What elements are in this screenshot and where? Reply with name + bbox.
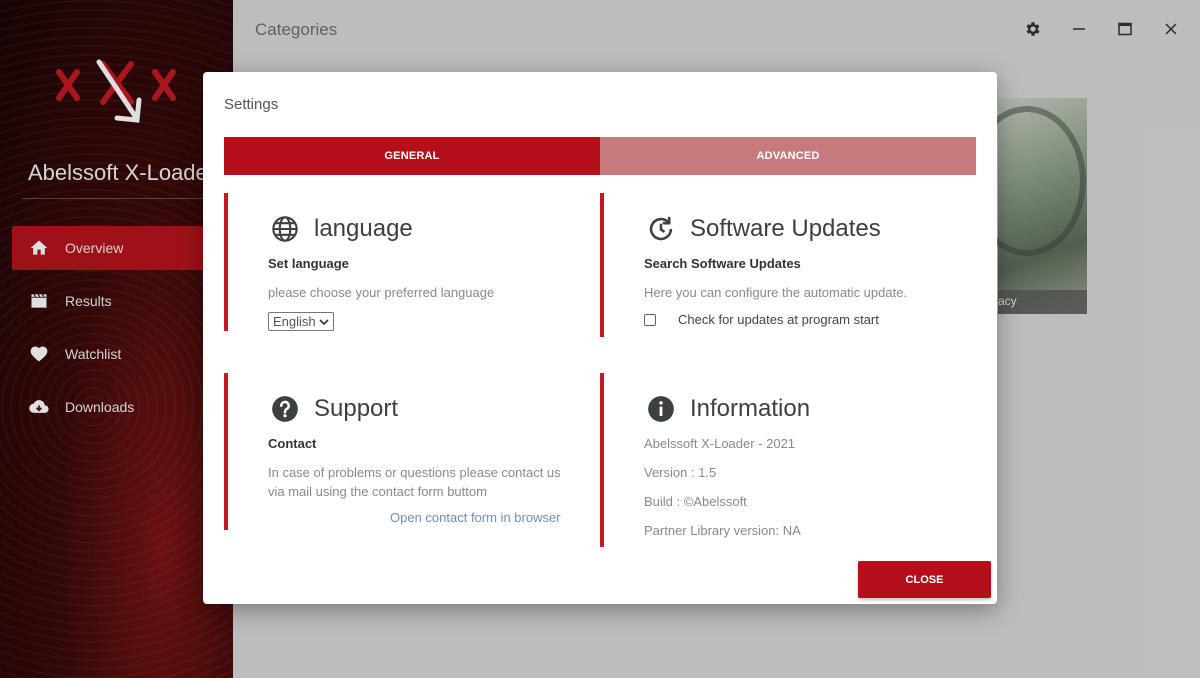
- language-section: language Set language please choose your…: [224, 193, 594, 331]
- dialog-title: Settings: [224, 96, 279, 113]
- info-partner-library: Partner Library version: NA: [644, 523, 801, 538]
- support-description: In case of problems or questions please …: [268, 463, 594, 501]
- language-heading: language: [314, 215, 413, 242]
- support-description-line: via mail using the contact form buttom: [268, 484, 487, 499]
- updates-section: Software Updates Search Software Updates…: [600, 193, 976, 337]
- support-heading: Support: [314, 395, 399, 422]
- language-select-value: English: [273, 314, 316, 329]
- language-description: please choose your preferred language: [268, 285, 495, 300]
- tab-advanced[interactable]: ADVANCED: [600, 137, 976, 175]
- auto-update-option: Check for updates at program start: [644, 312, 976, 327]
- support-description-line: In case of problems or questions please …: [268, 465, 561, 480]
- updates-description: Here you can configure the automatic upd…: [644, 285, 908, 300]
- settings-dialog: Settings GENERAL ADVANCED language Set l…: [203, 72, 997, 604]
- refresh-clock-icon: [646, 214, 676, 244]
- chevron-down-icon: [319, 314, 329, 329]
- auto-update-checkbox[interactable]: [644, 313, 656, 326]
- information-heading: Information: [690, 395, 811, 422]
- information-section: Information Abelssoft X-Loader - 2021 Ve…: [600, 373, 976, 547]
- info-product: Abelssoft X-Loader - 2021: [644, 436, 796, 451]
- info-version: Version : 1.5: [644, 465, 717, 480]
- tab-general[interactable]: GENERAL: [224, 137, 600, 175]
- help-circle-icon: [270, 394, 300, 424]
- settings-tabs: GENERAL ADVANCED: [224, 137, 976, 175]
- updates-subheading: Search Software Updates: [644, 256, 801, 271]
- info-icon: [646, 394, 676, 424]
- info-build: Build : ©Abelssoft: [644, 494, 747, 509]
- support-subheading: Contact: [268, 436, 317, 451]
- support-section: Support Contact In case of problems or q…: [224, 373, 594, 530]
- close-button[interactable]: CLOSE: [858, 561, 991, 598]
- language-select[interactable]: English: [268, 312, 334, 331]
- contact-form-link[interactable]: Open contact form in browser: [268, 510, 594, 525]
- globe-icon: [270, 214, 300, 244]
- language-subheading: Set language: [268, 256, 349, 271]
- updates-heading: Software Updates: [690, 215, 881, 242]
- auto-update-label[interactable]: Check for updates at program start: [678, 312, 879, 327]
